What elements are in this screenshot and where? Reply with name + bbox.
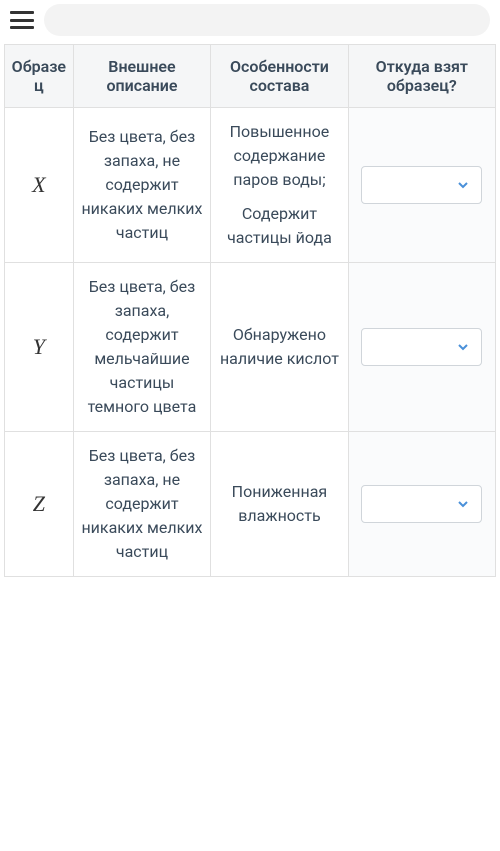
sample-cell: X bbox=[5, 108, 74, 263]
chevron-down-icon bbox=[455, 496, 471, 512]
chevron-down-icon bbox=[455, 339, 471, 355]
where-dropdown[interactable] bbox=[361, 485, 482, 523]
sample-label: Z bbox=[33, 491, 45, 516]
description-text: Без цвета, без запаха, не содержит никак… bbox=[80, 125, 204, 245]
url-bar[interactable] bbox=[44, 4, 490, 36]
table-row: Z Без цвета, без запаха, не содержит ник… bbox=[5, 432, 496, 577]
description-cell: Без цвета, без запаха, содержит мельчайш… bbox=[73, 263, 210, 432]
description-cell: Без цвета, без запаха, не содержит никак… bbox=[73, 108, 210, 263]
header-composition: Особенности состава bbox=[211, 45, 348, 108]
sample-label: X bbox=[32, 172, 45, 197]
composition-text-1: Повышенное содержание паров воды; bbox=[217, 120, 341, 192]
samples-table-container: Образец Внешнее описание Особенности сос… bbox=[0, 40, 500, 581]
top-bar bbox=[0, 0, 500, 40]
description-text: Без цвета, без запаха, не содержит никак… bbox=[80, 444, 204, 564]
where-dropdown[interactable] bbox=[361, 166, 482, 204]
composition-text-1: Пониженная влажность bbox=[217, 480, 341, 528]
sample-cell: Z bbox=[5, 432, 74, 577]
composition-text-1: Обнаружено наличие кислот bbox=[217, 323, 341, 371]
sample-cell: Y bbox=[5, 263, 74, 432]
where-cell bbox=[348, 432, 495, 577]
header-sample: Образец bbox=[5, 45, 74, 108]
sample-label: Y bbox=[33, 334, 45, 359]
header-where: Откуда взят образец? bbox=[348, 45, 495, 108]
menu-icon[interactable] bbox=[10, 11, 34, 29]
where-dropdown[interactable] bbox=[361, 328, 482, 366]
where-cell bbox=[348, 263, 495, 432]
composition-cell: Обнаружено наличие кислот bbox=[211, 263, 348, 432]
samples-table: Образец Внешнее описание Особенности сос… bbox=[4, 44, 496, 577]
description-text: Без цвета, без запаха, содержит мельчайш… bbox=[80, 275, 204, 419]
table-row: X Без цвета, без запаха, не содержит ник… bbox=[5, 108, 496, 263]
chevron-down-icon bbox=[455, 177, 471, 193]
composition-text-2: Содержит частицы йода bbox=[217, 202, 341, 250]
table-header-row: Образец Внешнее описание Особенности сос… bbox=[5, 45, 496, 108]
header-description: Внешнее описание bbox=[73, 45, 210, 108]
where-cell bbox=[348, 108, 495, 263]
table-row: Y Без цвета, без запаха, содержит мельча… bbox=[5, 263, 496, 432]
description-cell: Без цвета, без запаха, не содержит никак… bbox=[73, 432, 210, 577]
composition-cell: Пониженная влажность bbox=[211, 432, 348, 577]
composition-cell: Повышенное содержание паров воды; Содерж… bbox=[211, 108, 348, 263]
